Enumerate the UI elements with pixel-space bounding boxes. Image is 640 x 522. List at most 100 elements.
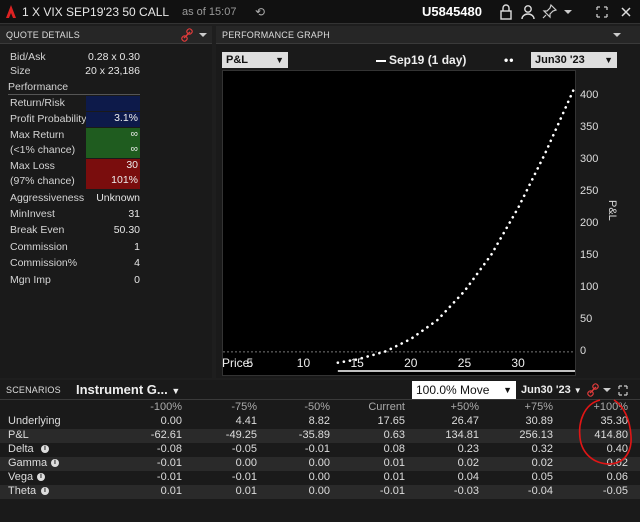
min-invest-value: 31 (128, 208, 140, 220)
series-line-dotted (336, 85, 577, 364)
info-icon[interactable]: i (37, 473, 45, 481)
chevron-down-icon[interactable] (560, 3, 576, 21)
scenario-cell: 0.06 (606, 471, 628, 483)
column-header: Current (368, 401, 405, 413)
link-icon[interactable] (180, 27, 194, 43)
commission-value: 1 (134, 241, 140, 253)
margin-impact-value: 0 (134, 274, 140, 286)
scenario-cell: -0.01 (304, 443, 330, 455)
scenario-cell: 0.01 (383, 457, 405, 469)
scenario-cell: 0.00 (235, 457, 257, 469)
annotation-circle (578, 399, 632, 465)
scenario-cell: 0.32 (531, 443, 553, 455)
y-tick-label: 100 (580, 280, 599, 293)
scenario-row: Underlying 0.00 4.41 8.82 17.65 26.47 30.89 35.… (0, 415, 640, 429)
scenario-cell: -0.05 (231, 443, 257, 455)
scenario-row: Gamma i -0.01 0.00 0.00 0.01 0.02 0.02 0.02 (0, 457, 640, 471)
info-icon[interactable]: i (41, 445, 49, 453)
pin-icon[interactable] (542, 3, 558, 21)
commission-pct-row: Commission% 4 (0, 256, 212, 271)
max-return-row: Max Return ∞ (0, 128, 212, 143)
scenario-row: Vega i -0.01 -0.01 0.00 0.01 0.04 0.05 0.06 (0, 471, 640, 485)
quote-details-panel: QUOTE DETAILS Bid/Ask 0.28 x 0.30 Size 2… (0, 26, 212, 378)
scenario-cell: 0.01 (383, 471, 405, 483)
pnl-chart (223, 85, 577, 372)
commission-pct-label: Commission% (10, 257, 78, 269)
lock-icon[interactable] (498, 3, 514, 21)
close-icon[interactable] (618, 3, 634, 21)
chevron-down-icon[interactable] (610, 27, 624, 43)
scenario-cell: 0.02 (457, 457, 479, 469)
scenario-cell: 0.01 (160, 485, 182, 497)
restore-icon[interactable] (594, 3, 610, 21)
min-invest-row: MinInvest 31 (0, 207, 212, 222)
expiry-date-value: Jun30 '23 (535, 54, 585, 66)
person-icon[interactable] (520, 3, 536, 21)
y-tick-label: 0 (580, 344, 587, 357)
panel-title: PERFORMANCE GRAPH (222, 30, 330, 40)
scenario-cell: 0.00 (308, 471, 330, 483)
info-icon[interactable]: i (51, 459, 59, 467)
aggressiveness-value: Unknown (96, 192, 140, 204)
x-tick-label: 5 (246, 356, 254, 370)
scenario-cell: 0.08 (383, 443, 405, 455)
info-icon[interactable]: i (41, 487, 49, 495)
column-header: +50% (450, 401, 479, 413)
panel-title: QUOTE DETAILS (6, 30, 80, 40)
metric-select[interactable]: P&L ▼ (222, 52, 288, 68)
chevron-down-icon[interactable] (196, 27, 210, 43)
scenario-cell: 17.65 (377, 415, 405, 427)
instrument-select[interactable]: Instrument G... ▼ (76, 382, 180, 397)
y-axis-title: P&L (606, 200, 618, 221)
scenarios-header: SCENARIOS Instrument G... ▼ 100.0% Move … (0, 380, 640, 400)
break-even-value: 50.30 (113, 224, 140, 236)
ib-logo-icon (6, 5, 16, 18)
scenario-cell: -0.01 (156, 457, 182, 469)
scenario-cell: 0.02 (531, 457, 553, 469)
refresh-icon[interactable]: ⟲ (255, 5, 265, 19)
chevron-down-icon: ▼ (604, 55, 613, 65)
max-loss-label: Max Loss (10, 160, 55, 172)
scenario-cell: 0.63 (383, 429, 405, 441)
max-return-chance-row: (<1% chance) ∞ (0, 143, 212, 158)
return-risk-row: Return/Risk (0, 96, 212, 111)
max-loss-chance-row: (97% chance) 101% (0, 174, 212, 189)
profit-probability-label: Profit Probability (10, 113, 87, 125)
scenario-cell: -0.04 (527, 485, 553, 497)
scenario-row: Delta i -0.08 -0.05 -0.01 0.08 0.23 0.32 0.40 (0, 443, 640, 457)
bid-ask-row: Bid/Ask 0.28 x 0.30 (0, 50, 212, 65)
commission-pct-value: 4 (134, 257, 140, 269)
account-id: U5845480 (422, 4, 482, 19)
move-select[interactable]: 100.0% Move ▼ (412, 381, 516, 399)
metric-select-value: P&L (226, 54, 248, 66)
chevron-down-icon: ▼ (275, 55, 284, 65)
break-even-label: Break Even (10, 224, 65, 236)
plot-area[interactable] (222, 70, 577, 376)
x-tick-label: 15 (350, 356, 364, 370)
x-tick-label: 10 (296, 356, 311, 370)
y-tick-label: 200 (580, 217, 599, 229)
title-bar: 1 X VIX SEP19'23 50 CALL as of 15:07 ⟲ U… (0, 0, 640, 24)
scenario-row-label: Vega (8, 471, 34, 483)
scenario-cell: 0.00 (160, 415, 182, 427)
scenario-cell: 0.01 (235, 485, 257, 497)
performance-graph-panel: PERFORMANCE GRAPH P&L ▼ Sep19 (1 day) ••… (216, 26, 640, 378)
scenario-row: Theta i 0.01 0.01 0.00 -0.01 -0.03 -0.04 -0.05 (0, 485, 640, 499)
max-return-chance-label: (<1% chance) (10, 144, 76, 156)
scenario-cell: 134.81 (445, 429, 479, 441)
scenario-cell: 4.41 (235, 415, 257, 427)
bid-ask-label: Bid/Ask (10, 51, 46, 63)
commission-label: Commission (10, 241, 68, 253)
max-return-chance-value: ∞ (86, 143, 140, 158)
y-tick-label: 300 (580, 153, 599, 166)
scenario-cell: 256.13 (519, 429, 553, 441)
scenario-cell: 0.00 (308, 485, 330, 497)
aggressiveness-label: Aggressiveness (10, 192, 85, 204)
column-header: -75% (231, 401, 257, 413)
scenario-row: P&L -62.61 -49.25 -35.89 0.63 134.81 256.13 414… (0, 429, 640, 443)
scenario-row-label: Theta (8, 485, 37, 497)
scenario-cell: -0.05 (602, 485, 628, 497)
scenario-date-select[interactable]: Jun30 '23 ▼ (521, 384, 582, 396)
scenario-cell: 0.00 (308, 457, 330, 469)
expiry-date-select[interactable]: Jun30 '23 ▼ (531, 52, 617, 68)
